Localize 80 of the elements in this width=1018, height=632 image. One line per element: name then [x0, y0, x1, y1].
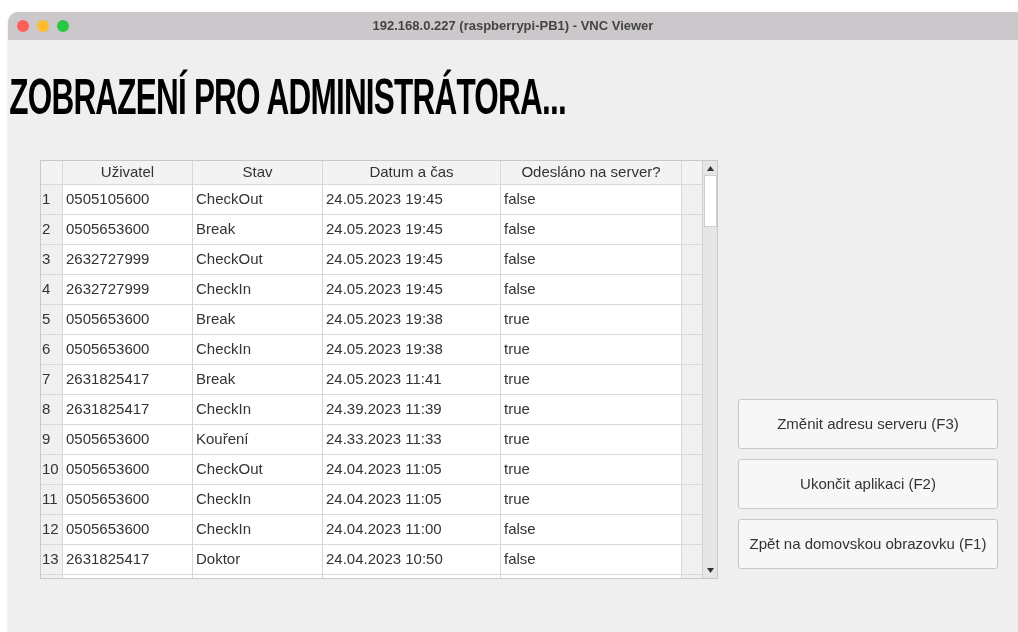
table-cell: 24.05.2023 19:45	[323, 184, 501, 214]
row-number: 11	[41, 484, 63, 514]
table-cell: false	[501, 544, 682, 574]
table-cell: false	[501, 514, 682, 544]
table-cell: CheckIn	[193, 274, 323, 304]
table-cell: 24.05.2023 19:38	[323, 304, 501, 334]
table-cell: Break	[193, 364, 323, 394]
table-cell: 0505653600	[63, 454, 193, 484]
column-header[interactable]: Datum a čas	[323, 161, 501, 184]
table-cell: 2632727999	[63, 244, 193, 274]
table-cell: true	[501, 424, 682, 454]
table-cell: 24.05.2023 19:45	[323, 274, 501, 304]
table-cell: 0505653600	[63, 514, 193, 544]
table-cell: false	[501, 184, 682, 214]
table-cell: CheckIn	[193, 514, 323, 544]
zoom-icon[interactable]	[57, 20, 69, 32]
table-cell: 2631825417	[63, 364, 193, 394]
window-title: 192.168.0.227 (raspberrypi-PB1) - VNC Viewer	[371, 17, 655, 36]
table-cell: CheckIn	[193, 394, 323, 424]
table-cell: 2631825417	[63, 394, 193, 424]
table-cell: false	[501, 244, 682, 274]
table-cell: 0505653600	[63, 424, 193, 454]
scroll-up-icon[interactable]	[706, 166, 714, 171]
table-cell: 0505653600	[63, 214, 193, 244]
table-cell: 24.05.2023 19:38	[323, 334, 501, 364]
table-cell: 24.05.2023 19:45	[323, 244, 501, 274]
row-number: 4	[41, 274, 63, 304]
row-number: 6	[41, 334, 63, 364]
action-button[interactable]: Ukončit aplikaci (F2)	[738, 459, 998, 509]
table-cell: Break	[193, 304, 323, 334]
table-cell: CheckIn	[193, 334, 323, 364]
table-cell: true	[501, 364, 682, 394]
row-number: 12	[41, 514, 63, 544]
table-cell: 24.39.2023 11:39	[323, 394, 501, 424]
table-cell: Break	[193, 214, 323, 244]
table-cell: CheckIn	[193, 484, 323, 514]
table-cell: Kouření	[193, 424, 323, 454]
table-cell: 24.04.2023 11:05	[323, 484, 501, 514]
row-number: 2	[41, 214, 63, 244]
table-cell: 0505653600	[63, 304, 193, 334]
table-cell: 0505653600	[63, 334, 193, 364]
column-header[interactable]: Stav	[193, 161, 323, 184]
column-header[interactable]: Odesláno na server?	[501, 161, 682, 184]
table-cell: false	[501, 214, 682, 244]
table-cell: CheckOut	[193, 184, 323, 214]
table-cell: 0505105600	[63, 184, 193, 214]
row-number: 5	[41, 304, 63, 334]
row-number: 8	[41, 394, 63, 424]
scroll-down-icon[interactable]	[706, 568, 714, 573]
table-cell: 24.04.2023 11:00	[323, 514, 501, 544]
column-header[interactable]: Uživatel	[63, 161, 193, 184]
close-icon[interactable]	[17, 20, 29, 32]
table-cell: CheckOut	[193, 244, 323, 274]
table-cell: true	[501, 454, 682, 484]
scroll-thumb[interactable]	[703, 175, 717, 227]
row-number: 1	[41, 184, 63, 214]
table-cell: 24.04.2023 10:50	[323, 544, 501, 574]
table-cell: Doktor	[193, 544, 323, 574]
table-cell: CheckOut	[193, 454, 323, 484]
table-cell: true	[501, 304, 682, 334]
row-number: 7	[41, 364, 63, 394]
minimize-icon[interactable]	[37, 20, 49, 32]
table-cell: 24.05.2023 19:45	[323, 214, 501, 244]
table-cell: true	[501, 334, 682, 364]
row-number: 9	[41, 424, 63, 454]
action-button[interactable]: Změnit adresu serveru (F3)	[738, 399, 998, 449]
table-cell: 2631825417	[63, 544, 193, 574]
row-number: 3	[41, 244, 63, 274]
row-number: 10	[41, 454, 63, 484]
table-cell: 0505653600	[63, 484, 193, 514]
table-cell: false	[501, 274, 682, 304]
row-number: 13	[41, 544, 63, 574]
table-cell: true	[501, 484, 682, 514]
table-cell: 24.33.2023 11:33	[323, 424, 501, 454]
scrollbar[interactable]	[702, 161, 717, 578]
table-cell: 2632727999	[63, 274, 193, 304]
table-cell: true	[501, 394, 682, 424]
table-cell: 24.04.2023 11:05	[323, 454, 501, 484]
action-button[interactable]: Zpět na domovskou obrazovku (F1)	[738, 519, 998, 569]
table-cell: 24.05.2023 11:41	[323, 364, 501, 394]
